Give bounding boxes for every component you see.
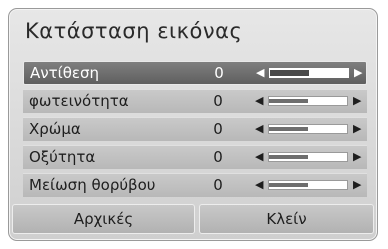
setting-value: 0 xyxy=(213,176,223,194)
setting-row-brightness[interactable]: φωτεινότητα 0 ◀ ▶ xyxy=(23,89,367,113)
arrow-right-icon[interactable]: ▶ xyxy=(353,95,361,107)
dialog-title: Κατάσταση εικόνας xyxy=(25,19,243,43)
setting-row-sharpness[interactable]: Οξύτητα 0 ◀ ▶ xyxy=(23,145,367,169)
setting-row-color[interactable]: Χρώμα 0 ◀ ▶ xyxy=(23,117,367,141)
level-slider[interactable] xyxy=(268,96,348,106)
setting-label: Μείωση θορύβου xyxy=(29,176,156,194)
setting-row-noise-reduction[interactable]: Μείωση θορύβου 0 ◀ ▶ xyxy=(23,173,367,197)
setting-value: 0 xyxy=(213,120,223,138)
level-slider[interactable] xyxy=(268,152,348,162)
level-slider[interactable] xyxy=(268,180,348,190)
arrow-left-icon[interactable]: ◀ xyxy=(256,67,264,79)
setting-value: 0 xyxy=(213,148,223,166)
close-button[interactable]: Κλείν xyxy=(199,204,374,234)
arrow-right-icon[interactable]: ▶ xyxy=(353,151,361,163)
setting-label: Αντίθεση xyxy=(30,64,100,82)
settings-list: Αντίθεση 0 ◀ ▶ φωτεινότητα 0 ◀ ▶ Χρώμα 0… xyxy=(23,61,367,201)
arrow-right-icon[interactable]: ▶ xyxy=(354,67,362,79)
setting-label: φωτεινότητα xyxy=(29,92,129,110)
button-bar: Αρχικές Κλείν xyxy=(9,204,377,240)
setting-row-contrast[interactable]: Αντίθεση 0 ◀ ▶ xyxy=(23,61,367,85)
level-fill xyxy=(269,183,308,187)
reset-button[interactable]: Αρχικές xyxy=(12,204,195,234)
arrow-right-icon[interactable]: ▶ xyxy=(353,123,361,135)
level-fill xyxy=(269,99,308,103)
setting-value: 0 xyxy=(214,64,224,82)
level-slider[interactable] xyxy=(269,68,349,78)
arrow-left-icon[interactable]: ◀ xyxy=(255,123,263,135)
setting-label: Οξύτητα xyxy=(29,148,96,166)
arrow-left-icon[interactable]: ◀ xyxy=(255,179,263,191)
arrow-right-icon[interactable]: ▶ xyxy=(353,179,361,191)
arrow-left-icon[interactable]: ◀ xyxy=(255,151,263,163)
arrow-left-icon[interactable]: ◀ xyxy=(255,95,263,107)
level-slider[interactable] xyxy=(268,124,348,134)
level-fill xyxy=(270,70,309,76)
setting-label: Χρώμα xyxy=(29,120,81,138)
picture-mode-dialog: Κατάσταση εικόνας Αντίθεση 0 ◀ ▶ φωτεινό… xyxy=(8,8,378,241)
setting-value: 0 xyxy=(213,92,223,110)
level-fill xyxy=(269,127,308,131)
level-fill xyxy=(269,155,308,159)
